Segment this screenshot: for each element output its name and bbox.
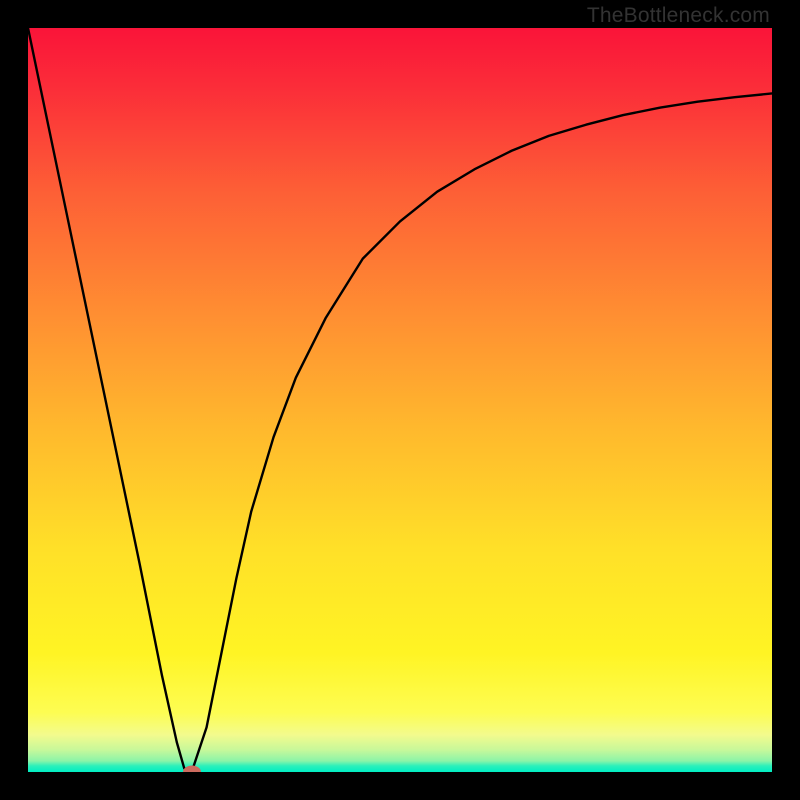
plot-area bbox=[28, 28, 772, 772]
bottleneck-curve-svg bbox=[28, 28, 772, 772]
optimum-marker bbox=[183, 766, 201, 773]
bottleneck-curve-path bbox=[28, 28, 772, 772]
watermark-label: TheBottleneck.com bbox=[587, 4, 770, 28]
chart-frame: TheBottleneck.com bbox=[0, 0, 800, 800]
